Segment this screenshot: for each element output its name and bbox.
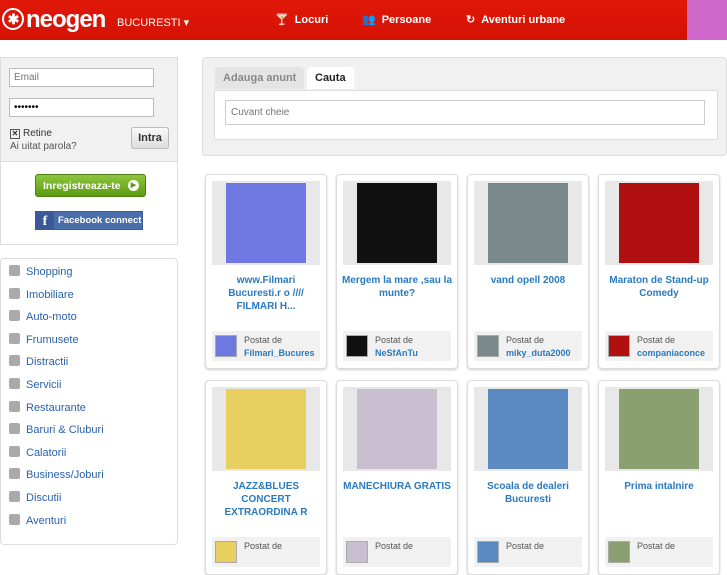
user-avatar[interactable]	[215, 541, 237, 563]
listing-title[interactable]: vand opell 2008	[472, 274, 584, 287]
posted-by: Postat de companiaconce	[605, 331, 713, 361]
category-icon	[9, 378, 20, 389]
posted-by: Postat de	[212, 537, 320, 567]
listing-image[interactable]	[605, 181, 713, 265]
user-avatar[interactable]	[346, 541, 368, 563]
listing-title[interactable]: JAZZ&BLUES CONCERT EXTRAORDINA R	[210, 480, 322, 519]
header: ✱ neogen BUCURESTI ▾ 🍸 Locuri 👥 Persoane ↻ A…	[0, 0, 687, 40]
listing-card[interactable]: MANECHIURA GRATIS Postat de	[336, 380, 458, 575]
category-item[interactable]: Distractii	[9, 355, 68, 371]
user-avatar[interactable]	[608, 335, 630, 357]
people-icon: 👥	[362, 14, 376, 26]
logo[interactable]: ✱ neogen	[2, 6, 106, 34]
category-icon	[9, 513, 20, 525]
listing-card[interactable]: www.Filmari Bucuresti.r o //// FILMARI H…	[205, 174, 327, 369]
facebook-icon: f	[36, 212, 54, 229]
listing-image[interactable]	[474, 181, 582, 265]
keyword-input[interactable]	[225, 100, 705, 125]
posted-by: Postat de	[605, 537, 713, 567]
user-link[interactable]: Filmari_Bucures	[244, 348, 318, 358]
category-icon	[9, 355, 20, 367]
listing-card[interactable]: Mergem la mare ,sau la munte? Postat de Ne…	[336, 174, 458, 369]
listing-title[interactable]: Maraton de Stand-up Comedy	[603, 274, 715, 300]
email-input[interactable]	[9, 68, 154, 87]
category-icon	[9, 265, 20, 276]
posted-by: Postat de Filmari_Bucures	[212, 331, 320, 361]
category-item[interactable]: Calatorii	[9, 445, 66, 462]
posted-by: Postat de NeSfAnTu	[343, 331, 451, 361]
login-button[interactable]: Intra	[131, 127, 169, 149]
listing-image[interactable]	[212, 387, 320, 471]
forgot-password-link[interactable]: Ai uitat parola?	[10, 141, 77, 152]
category-icon	[9, 332, 20, 344]
play-icon: ▶	[128, 180, 139, 191]
category-item[interactable]: Aventuri	[9, 513, 66, 530]
category-icon	[9, 468, 20, 480]
category-icon	[9, 445, 20, 457]
category-list: Shopping Imobiliare Auto-moto Frumusete Dist…	[0, 258, 178, 545]
cocktail-icon: 🍸	[275, 14, 289, 26]
user-avatar[interactable]	[608, 541, 630, 563]
category-item[interactable]: Discutii	[9, 491, 61, 507]
password-input[interactable]	[9, 98, 154, 117]
listing-image[interactable]	[343, 387, 451, 471]
category-item[interactable]: Business/Joburi	[9, 468, 104, 484]
login-panel: ✕Retine Ai uitat parola? Intra	[0, 57, 178, 162]
header-side	[687, 0, 727, 40]
user-link[interactable]: NeSfAnTu	[375, 348, 449, 358]
listing-image[interactable]	[343, 181, 451, 265]
nav-persoane[interactable]: 👥 Persoane	[362, 13, 431, 26]
search-panel: Adauga anunt Cauta	[202, 57, 727, 156]
listing-card[interactable]: Prima intalnire Postat de	[598, 380, 720, 575]
city-selector[interactable]: BUCURESTI ▾	[117, 16, 189, 29]
posted-by: Postat de	[474, 537, 582, 567]
user-link[interactable]: companiaconce	[637, 348, 711, 358]
listing-image[interactable]	[474, 387, 582, 471]
category-icon	[9, 310, 20, 322]
category-item[interactable]: Frumusete	[9, 332, 79, 349]
tab-adauga-anunt[interactable]: Adauga anunt	[215, 67, 305, 89]
facebook-connect-button[interactable]: f Facebook connect	[35, 211, 143, 230]
posted-by: Postat de	[343, 537, 451, 567]
category-item[interactable]: Shopping	[9, 265, 73, 281]
category-icon	[9, 400, 20, 412]
user-avatar[interactable]	[477, 541, 499, 563]
category-icon	[9, 423, 20, 435]
listing-card[interactable]: Maraton de Stand-up Comedy Postat de compa…	[598, 174, 720, 369]
listing-card[interactable]: vand opell 2008 Postat de miky_duta2000	[467, 174, 589, 369]
listing-image[interactable]	[212, 181, 320, 265]
user-avatar[interactable]	[215, 335, 237, 357]
listing-title[interactable]: MANECHIURA GRATIS	[341, 480, 453, 493]
listing-title[interactable]: Mergem la mare ,sau la munte?	[341, 274, 453, 300]
category-item[interactable]: Auto-moto	[9, 310, 77, 326]
user-avatar[interactable]	[346, 335, 368, 357]
nav-aventuri[interactable]: ↻ Aventuri urbane	[466, 13, 565, 26]
listing-card[interactable]: JAZZ&BLUES CONCERT EXTRAORDINA R Postat d…	[205, 380, 327, 575]
category-item[interactable]: Baruri & Cluburi	[9, 423, 104, 439]
category-icon	[9, 491, 20, 502]
category-item[interactable]: Restaurante	[9, 400, 86, 417]
nav-locuri[interactable]: 🍸 Locuri	[275, 13, 328, 26]
aventuri-icon: ↻	[466, 14, 476, 26]
category-item[interactable]: Imobiliare	[9, 287, 74, 304]
user-link[interactable]: miky_duta2000	[506, 348, 580, 358]
listing-title[interactable]: Prima intalnire	[603, 480, 715, 493]
category-item[interactable]: Servicii	[9, 378, 61, 394]
category-icon	[9, 287, 20, 299]
listing-title[interactable]: www.Filmari Bucuresti.r o //// FILMARI H…	[210, 274, 322, 313]
user-avatar[interactable]	[477, 335, 499, 357]
register-button[interactable]: Inregistreaza-te ▶	[35, 174, 146, 197]
listing-card[interactable]: Scoala de dealeri Bucuresti Postat de	[467, 380, 589, 575]
logo-icon: ✱	[2, 8, 24, 30]
remember-checkbox[interactable]: ✕ Retine	[10, 128, 52, 139]
listing-title[interactable]: Scoala de dealeri Bucuresti	[472, 480, 584, 506]
posted-by: Postat de miky_duta2000	[474, 331, 582, 361]
listing-image[interactable]	[605, 387, 713, 471]
register-panel: Inregistreaza-te ▶ f Facebook connect	[0, 162, 178, 245]
tab-cauta[interactable]: Cauta	[307, 67, 354, 89]
